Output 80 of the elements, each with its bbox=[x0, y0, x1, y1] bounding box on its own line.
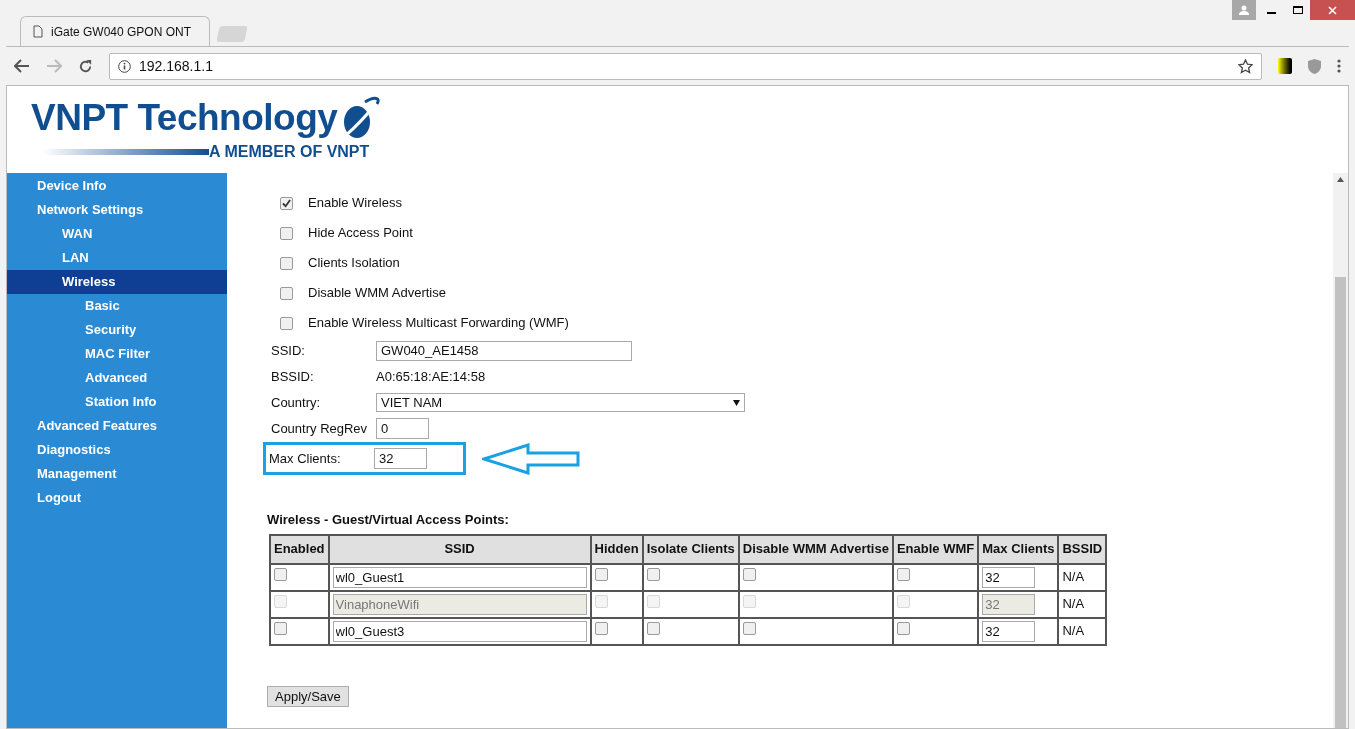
scrollbar[interactable] bbox=[1333, 173, 1348, 728]
bssid-value: N/A bbox=[1062, 596, 1085, 612]
page-icon bbox=[33, 25, 43, 38]
country-select[interactable]: VIET NAM bbox=[376, 393, 745, 412]
arrow-icon bbox=[482, 442, 580, 475]
max-clients-input[interactable]: 32 bbox=[982, 620, 1036, 642]
sidebar-item[interactable]: Station Info bbox=[7, 390, 227, 414]
bssid-value: N/A bbox=[1062, 623, 1085, 639]
field-label: Max Clients: bbox=[269, 449, 342, 468]
browser-tab[interactable]: iGate GW040 GPON ONT bbox=[20, 16, 210, 46]
section-title: Wireless - Guest/Virtual Access Points: bbox=[267, 511, 510, 529]
option-label: Enable Wireless Multicast Forwarding (WMF) bbox=[308, 314, 569, 333]
checkbox[interactable] bbox=[280, 286, 293, 300]
checkbox[interactable] bbox=[742, 622, 756, 636]
forward-icon[interactable] bbox=[46, 59, 62, 73]
field-label: Country RegRev bbox=[271, 419, 369, 438]
number-input[interactable]: 32 bbox=[374, 448, 427, 469]
checkbox[interactable] bbox=[280, 226, 293, 240]
reload-icon[interactable] bbox=[78, 58, 93, 74]
ssid-input[interactable]: wl0_Guest3 bbox=[332, 620, 587, 642]
sidebar-item[interactable]: Advanced bbox=[7, 366, 227, 390]
shield-icon[interactable] bbox=[1308, 58, 1321, 74]
column-header: BSSID bbox=[1058, 534, 1107, 564]
checkbox[interactable] bbox=[742, 568, 756, 582]
checkbox[interactable] bbox=[646, 568, 660, 582]
star-icon[interactable] bbox=[1238, 58, 1253, 74]
column-header: SSID bbox=[328, 534, 591, 564]
checkmark-icon bbox=[282, 198, 291, 208]
tab-title: iGate GW040 GPON ONT bbox=[51, 23, 192, 41]
option-label: Hide Access Point bbox=[308, 224, 413, 243]
checkbox[interactable] bbox=[896, 568, 910, 582]
column-header: Enable WMF bbox=[892, 534, 979, 564]
field-label: SSID: bbox=[271, 341, 306, 360]
sidebar-item[interactable]: LAN bbox=[7, 246, 227, 270]
checkbox[interactable] bbox=[594, 622, 608, 636]
max-clients-input[interactable]: 32 bbox=[982, 566, 1036, 588]
checkbox[interactable] bbox=[896, 622, 910, 636]
sidebar-item[interactable]: Network Settings bbox=[7, 198, 227, 222]
column-header: Disable WMM Advertise bbox=[738, 534, 893, 564]
bssid-value: A0:65:18:AE:14:58 bbox=[376, 367, 486, 386]
checkbox[interactable] bbox=[280, 196, 293, 210]
info-icon bbox=[118, 59, 131, 73]
sidebar-item[interactable]: Security bbox=[7, 318, 227, 342]
ssid-input[interactable]: GW040_AE1458 bbox=[376, 340, 632, 361]
address-bar[interactable]: 192.168.1.1 bbox=[109, 52, 1262, 80]
logo-subtitle: A MEMBER OF VNPT bbox=[209, 142, 370, 162]
menu-icon[interactable] bbox=[1337, 59, 1341, 73]
sidebar-item[interactable]: Logout bbox=[7, 486, 227, 510]
logo-title: VNPT Technology bbox=[31, 96, 338, 140]
ssid-input[interactable]: wl0_Guest1 bbox=[332, 566, 587, 588]
sidebar-item[interactable]: Device Info bbox=[7, 174, 227, 198]
back-icon[interactable] bbox=[14, 59, 30, 73]
sidebar-item[interactable]: WAN bbox=[7, 222, 227, 246]
column-header: Hidden bbox=[590, 534, 643, 564]
checkbox[interactable] bbox=[646, 622, 660, 636]
column-header: Max Clients bbox=[978, 534, 1059, 564]
sidebar-item[interactable]: Advanced Features bbox=[7, 414, 227, 438]
sidebar-item[interactable]: Diagnostics bbox=[7, 438, 227, 462]
apply-save-button[interactable]: Apply/Save bbox=[267, 685, 349, 707]
field-label: Country: bbox=[271, 393, 322, 412]
scroll-up-icon[interactable] bbox=[1337, 177, 1344, 182]
column-header: Isolate Clients bbox=[642, 534, 739, 564]
option-label: Enable Wireless bbox=[308, 194, 402, 213]
dropdown-arrow-icon bbox=[733, 399, 740, 406]
url-text: 192.168.1.1 bbox=[139, 56, 213, 76]
checkbox[interactable] bbox=[594, 568, 608, 582]
checkbox[interactable] bbox=[274, 568, 287, 582]
option-label: Clients Isolation bbox=[308, 254, 400, 273]
number-input[interactable]: 0 bbox=[376, 418, 429, 439]
checkbox[interactable] bbox=[280, 256, 293, 270]
checkbox[interactable] bbox=[280, 316, 293, 330]
option-label: Disable WMM Advertise bbox=[308, 284, 446, 303]
sidebar-item[interactable]: Management bbox=[7, 462, 227, 486]
column-header: Enabled bbox=[270, 534, 329, 564]
sidebar-item[interactable]: Basic bbox=[7, 294, 227, 318]
bssid-value: N/A bbox=[1062, 569, 1085, 585]
checkbox[interactable] bbox=[274, 622, 287, 636]
sidebar-item[interactable]: Wireless bbox=[7, 270, 227, 294]
field-label: BSSID: bbox=[271, 367, 315, 386]
sidebar-item[interactable]: MAC Filter bbox=[7, 342, 227, 366]
